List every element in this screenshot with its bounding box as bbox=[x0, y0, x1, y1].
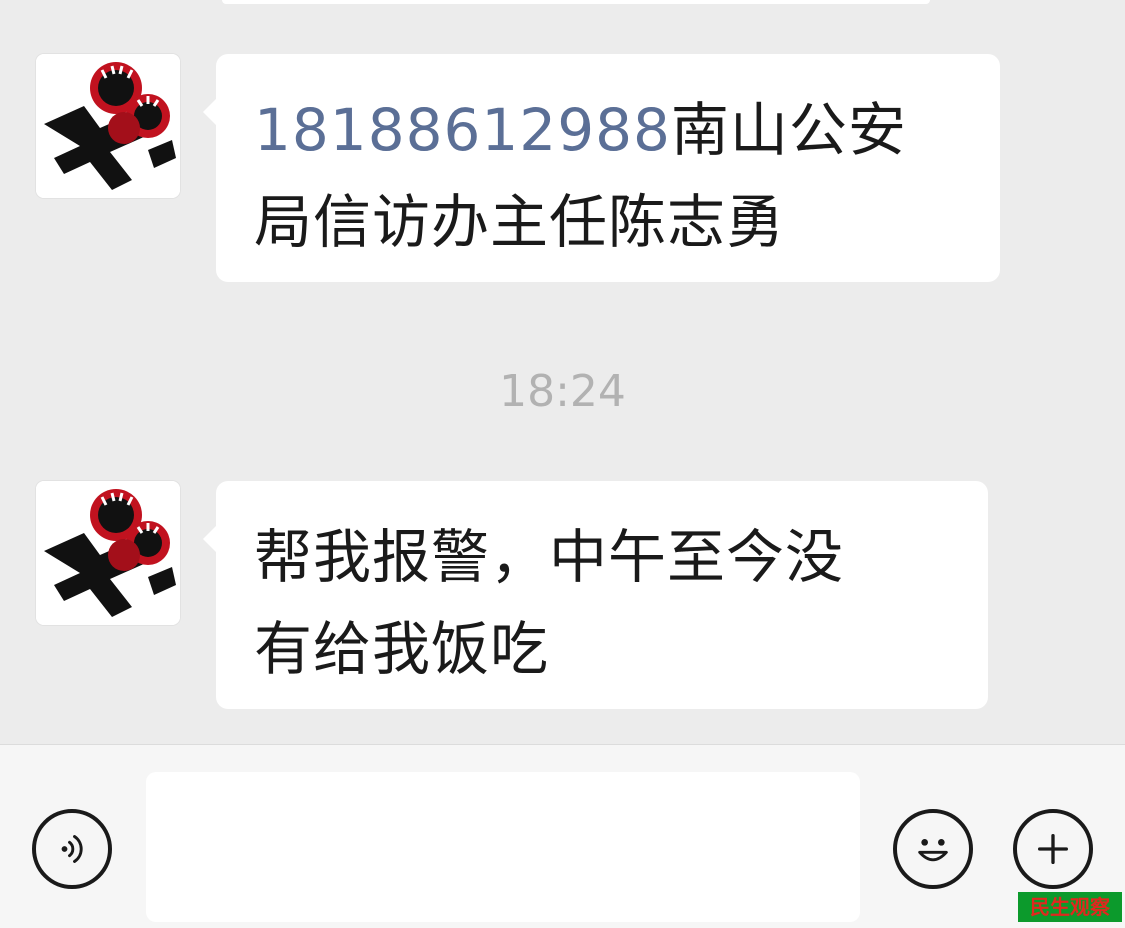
previous-message-bubble-edge bbox=[222, 0, 930, 4]
watermark-label: 民生观察 bbox=[1018, 892, 1122, 922]
voice-input-button[interactable] bbox=[32, 809, 112, 889]
avatar-image bbox=[36, 481, 180, 625]
message-text: 局信访办主任陈志勇 bbox=[254, 188, 786, 256]
plus-icon bbox=[1038, 834, 1068, 864]
message-bubble[interactable]: 18188612988南山公安 局信访办主任陈志勇 bbox=[203, 54, 1000, 282]
contact-avatar[interactable] bbox=[36, 54, 180, 198]
message-line: 18188612988南山公安 bbox=[254, 84, 964, 176]
emoji-icon bbox=[918, 839, 948, 862]
message-input[interactable] bbox=[146, 772, 860, 922]
message-text: 南山公安 bbox=[670, 96, 907, 164]
chat-timestamp: 18:24 bbox=[499, 366, 626, 417]
message-text: 有给我饭吃 bbox=[254, 615, 550, 683]
voice-icon bbox=[61, 835, 83, 863]
contact-avatar[interactable] bbox=[36, 481, 180, 625]
more-actions-button[interactable] bbox=[1013, 809, 1093, 889]
phone-number-link[interactable]: 18188612988 bbox=[254, 96, 671, 164]
message-bubble[interactable]: 帮我报警，中午至今没 有给我饭吃 bbox=[203, 481, 988, 709]
avatar-image bbox=[36, 54, 180, 198]
message-text: 帮我报警，中午至今没 bbox=[254, 523, 845, 591]
emoji-button[interactable] bbox=[893, 809, 973, 889]
